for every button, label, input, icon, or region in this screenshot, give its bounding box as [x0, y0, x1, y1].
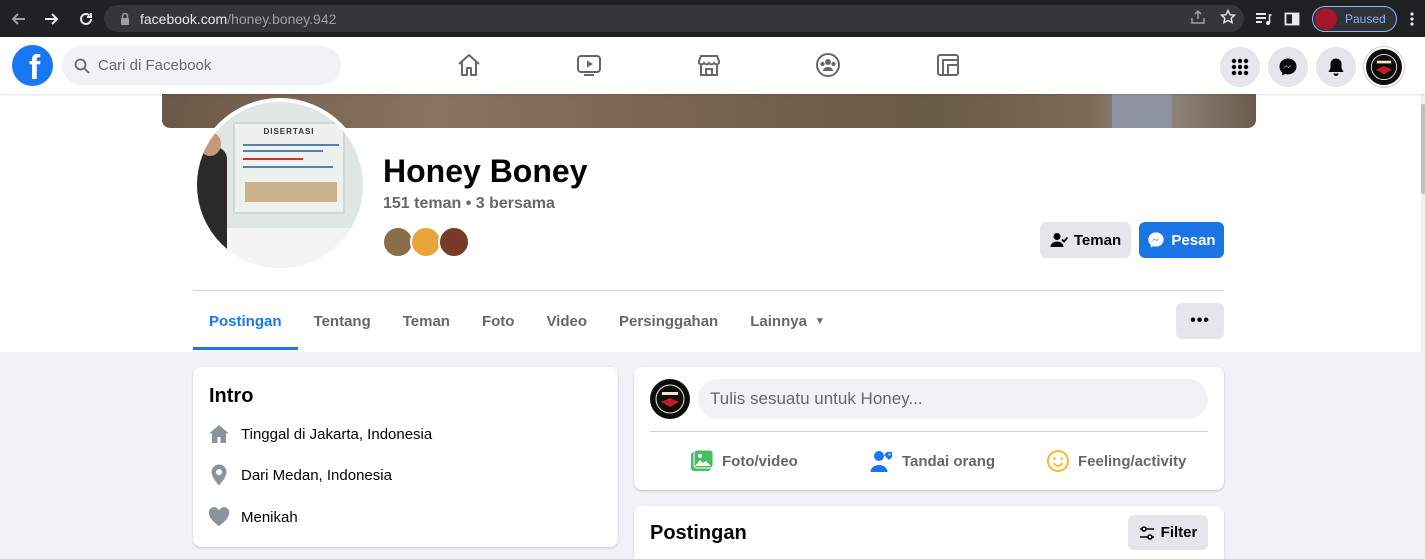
messenger-button[interactable] [1268, 47, 1308, 87]
tag-people-action[interactable]: Tandai orang [870, 443, 995, 479]
message-button-label: Pesan [1171, 231, 1216, 249]
filter-button[interactable]: Filter [1128, 515, 1208, 550]
photo-icon [691, 449, 714, 471]
location-pin-icon [208, 464, 230, 486]
caret-down-icon: ▼ [814, 315, 825, 327]
filter-icon [1139, 525, 1154, 540]
browser-avatar [1315, 7, 1337, 30]
poster-image: DISERTASI [233, 122, 345, 214]
tab-postingan[interactable]: Postingan [193, 292, 298, 350]
composer-avatar[interactable] [650, 379, 690, 419]
search-icon [74, 58, 90, 74]
menu-grid-icon [1231, 58, 1249, 76]
friends-button-label: Teman [1073, 231, 1122, 249]
gaming-icon[interactable] [932, 49, 964, 81]
person-head [199, 132, 221, 156]
tab-tentang[interactable]: Tentang [298, 292, 387, 350]
house-icon [208, 423, 230, 445]
friends-button[interactable]: Teman [1040, 222, 1131, 258]
photo-video-action[interactable]: Foto/video [690, 443, 798, 479]
scrollbar-thumb[interactable] [1421, 104, 1425, 194]
profile-picture[interactable]: DISERTASI [193, 98, 367, 272]
facebook-header: f [0, 37, 1425, 94]
intro-from: Dari Medan, Indonesia [208, 464, 392, 486]
tab-video[interactable]: Video [530, 292, 603, 350]
person-figure [197, 147, 227, 268]
composer-logo-icon [652, 381, 688, 417]
messenger-white-icon [1148, 232, 1165, 248]
mutual-friend-avatar[interactable] [438, 226, 470, 258]
posts-section: Postingan Filter [634, 506, 1224, 559]
poster-title: DISERTASI [263, 127, 315, 136]
url-text: facebook.com/honey.boney.942 [140, 10, 337, 27]
tab-teman[interactable]: Teman [387, 292, 466, 350]
lock-icon [121, 12, 129, 25]
browser-toolbar: facebook.com/honey.boney.942 Paused [0, 0, 1425, 37]
message-button[interactable]: Pesan [1139, 222, 1224, 258]
post-composer: Tulis sesuatu untuk Honey... Foto/video … [634, 367, 1224, 490]
media-control-icon[interactable] [1254, 10, 1272, 28]
intro-card: Intro Tinggal di Jakarta, Indonesia Dari… [193, 367, 618, 547]
share-icon[interactable] [1190, 9, 1206, 25]
account-avatar[interactable] [1364, 47, 1404, 87]
tab-lainnya[interactable]: Lainnya ▼ [734, 292, 841, 350]
posts-title: Postingan [650, 522, 747, 544]
composer-input[interactable]: Tulis sesuatu untuk Honey... [698, 379, 1208, 419]
bell-icon [1328, 58, 1344, 76]
intro-relationship: Menikah [208, 506, 298, 528]
intro-title: Intro [209, 385, 254, 407]
watch-icon[interactable] [573, 49, 605, 81]
reload-icon[interactable] [70, 3, 102, 35]
profile-divider [193, 290, 1224, 291]
star-icon[interactable] [1220, 9, 1236, 25]
home-icon[interactable] [453, 49, 485, 81]
more-options-button[interactable]: ••• [1176, 303, 1224, 339]
sidepanel-icon[interactable] [1284, 11, 1300, 27]
search-box[interactable] [62, 46, 341, 85]
back-icon[interactable] [2, 3, 34, 35]
friend-check-icon [1050, 233, 1068, 247]
facebook-logo[interactable]: f [12, 45, 53, 86]
profile-name: Honey Boney [383, 153, 588, 189]
forward-icon[interactable] [36, 3, 68, 35]
paused-label: Paused [1345, 11, 1386, 26]
menu-grid-button[interactable] [1220, 47, 1260, 87]
feeling-activity-action[interactable]: Feeling/activity [1046, 443, 1186, 479]
page-scrollbar[interactable] [1421, 94, 1425, 559]
tab-foto[interactable]: Foto [466, 292, 530, 350]
kebab-menu-icon[interactable] [1409, 11, 1415, 27]
tag-people-icon [870, 451, 892, 472]
composer-divider [650, 431, 1208, 432]
lives-in-link[interactable]: Jakarta, Indonesia [310, 426, 433, 443]
search-input[interactable] [98, 57, 298, 74]
address-bar[interactable]: facebook.com/honey.boney.942 [104, 5, 1244, 32]
profile-paused-chip[interactable]: Paused [1312, 5, 1397, 32]
profile-tabs: Postingan Tentang Teman Foto Video Persi… [193, 292, 841, 350]
heart-icon [208, 506, 230, 528]
hometown-link[interactable]: Medan, Indonesia [273, 467, 392, 484]
tab-persinggahan[interactable]: Persinggahan [603, 292, 734, 350]
notifications-button[interactable] [1316, 47, 1356, 87]
smiley-icon [1047, 450, 1069, 472]
account-logo-icon [1367, 50, 1401, 84]
marketplace-icon[interactable] [693, 49, 725, 81]
friends-count[interactable]: 151 teman • 3 bersama [383, 195, 555, 213]
mutual-friends-avatars[interactable] [382, 226, 470, 258]
groups-icon[interactable] [812, 49, 844, 81]
intro-lives-in: Tinggal di Jakarta, Indonesia [208, 423, 432, 445]
messenger-icon [1279, 58, 1297, 76]
